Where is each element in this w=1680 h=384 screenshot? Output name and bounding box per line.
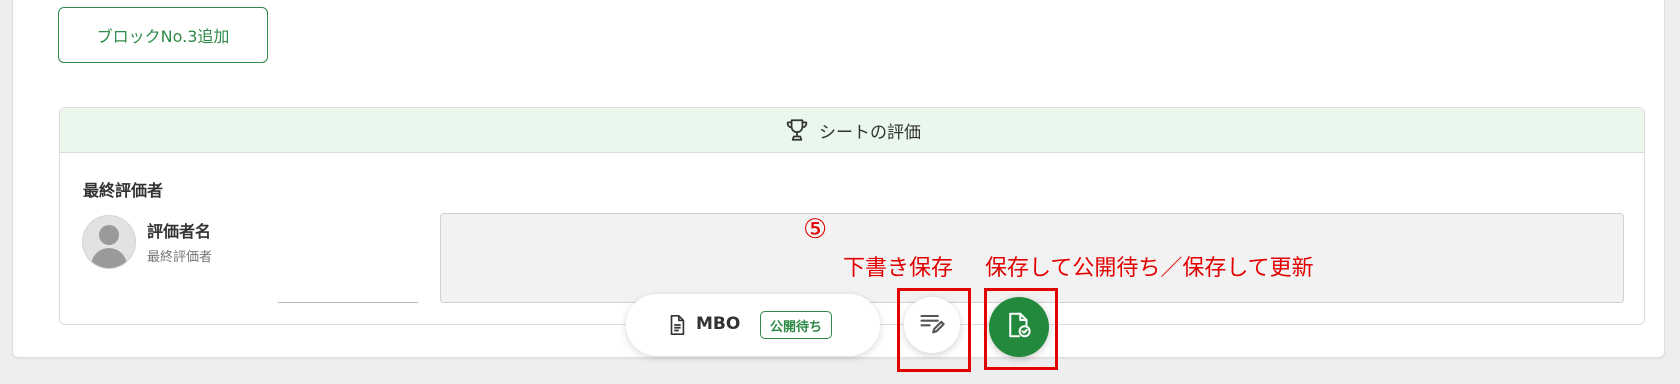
add-block-button[interactable]: ブロックNo.3追加 (58, 7, 268, 63)
annotation-step-number: ⑤ (803, 214, 828, 245)
document-icon (666, 314, 688, 336)
annotation-publish-save: 保存して公開待ち／保存して更新 (985, 256, 1314, 281)
evaluation-header: シートの評価 (60, 108, 1644, 153)
highlight-draft-button (897, 288, 971, 372)
avatar (82, 215, 136, 269)
sheet-type-label: MBO (696, 314, 741, 334)
evaluation-title: シートの評価 (819, 122, 921, 143)
score-underline (278, 302, 418, 303)
highlight-publish-button (984, 288, 1058, 370)
status-badge: 公開待ち (760, 311, 833, 339)
evaluator-name: 評価者名 (147, 222, 212, 241)
evaluator-role: 最終評価者 (147, 250, 213, 265)
trophy-icon (783, 116, 811, 144)
sheet-evaluation-section: シートの評価 最終評価者 評価者名 最終評価者 (59, 107, 1645, 325)
annotation-draft-save: 下書き保存 (843, 256, 954, 281)
final-evaluator-label: 最終評価者 (83, 181, 164, 200)
sheet-status-pill: MBO 公開待ち (626, 294, 880, 356)
